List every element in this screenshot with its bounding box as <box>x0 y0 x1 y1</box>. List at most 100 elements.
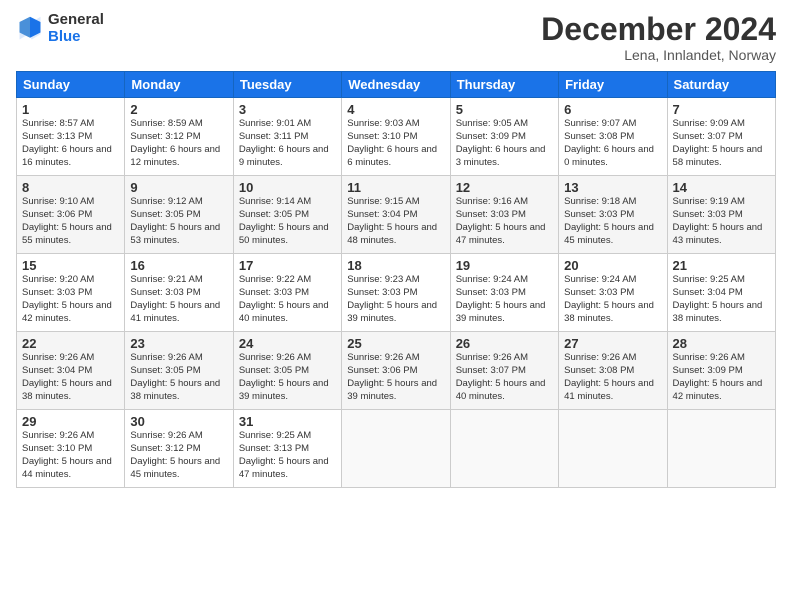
calendar-cell: 28 Sunrise: 9:26 AMSunset: 3:09 PMDaylig… <box>667 332 775 410</box>
cell-text: Sunrise: 9:12 AMSunset: 3:05 PMDaylight:… <box>130 196 220 245</box>
cell-text: Sunrise: 8:57 AMSunset: 3:13 PMDaylight:… <box>22 118 112 167</box>
calendar-cell: 14 Sunrise: 9:19 AMSunset: 3:03 PMDaylig… <box>667 176 775 254</box>
calendar-cell: 17 Sunrise: 9:22 AMSunset: 3:03 PMDaylig… <box>233 254 341 332</box>
cell-text: Sunrise: 9:10 AMSunset: 3:06 PMDaylight:… <box>22 196 112 245</box>
calendar-cell: 20 Sunrise: 9:24 AMSunset: 3:03 PMDaylig… <box>559 254 667 332</box>
cell-text: Sunrise: 9:26 AMSunset: 3:09 PMDaylight:… <box>673 352 763 401</box>
day-number: 4 <box>347 102 444 117</box>
cell-text: Sunrise: 9:19 AMSunset: 3:03 PMDaylight:… <box>673 196 763 245</box>
day-number: 29 <box>22 414 119 429</box>
logo-general: General <box>48 12 104 29</box>
calendar-cell: 21 Sunrise: 9:25 AMSunset: 3:04 PMDaylig… <box>667 254 775 332</box>
calendar-cell <box>667 410 775 488</box>
cell-text: Sunrise: 9:26 AMSunset: 3:05 PMDaylight:… <box>130 352 220 401</box>
calendar-week-1: 1 Sunrise: 8:57 AMSunset: 3:13 PMDayligh… <box>17 98 776 176</box>
calendar-cell: 10 Sunrise: 9:14 AMSunset: 3:05 PMDaylig… <box>233 176 341 254</box>
calendar-cell: 18 Sunrise: 9:23 AMSunset: 3:03 PMDaylig… <box>342 254 450 332</box>
cell-text: Sunrise: 9:26 AMSunset: 3:07 PMDaylight:… <box>456 352 546 401</box>
calendar-cell <box>450 410 558 488</box>
cell-text: Sunrise: 9:26 AMSunset: 3:05 PMDaylight:… <box>239 352 329 401</box>
location: Lena, Innlandet, Norway <box>541 47 776 63</box>
day-number: 17 <box>239 258 336 273</box>
cell-text: Sunrise: 9:01 AMSunset: 3:11 PMDaylight:… <box>239 118 329 167</box>
calendar-table: Sunday Monday Tuesday Wednesday Thursday… <box>16 71 776 488</box>
cell-text: Sunrise: 9:24 AMSunset: 3:03 PMDaylight:… <box>564 274 654 323</box>
day-number: 28 <box>673 336 770 351</box>
day-number: 21 <box>673 258 770 273</box>
calendar-cell: 2 Sunrise: 8:59 AMSunset: 3:12 PMDayligh… <box>125 98 233 176</box>
cell-text: Sunrise: 9:09 AMSunset: 3:07 PMDaylight:… <box>673 118 763 167</box>
cell-text: Sunrise: 9:23 AMSunset: 3:03 PMDaylight:… <box>347 274 437 323</box>
day-number: 30 <box>130 414 227 429</box>
cell-text: Sunrise: 9:03 AMSunset: 3:10 PMDaylight:… <box>347 118 437 167</box>
calendar-cell: 9 Sunrise: 9:12 AMSunset: 3:05 PMDayligh… <box>125 176 233 254</box>
calendar-cell: 11 Sunrise: 9:15 AMSunset: 3:04 PMDaylig… <box>342 176 450 254</box>
day-headers: Sunday Monday Tuesday Wednesday Thursday… <box>17 72 776 98</box>
cell-text: Sunrise: 9:07 AMSunset: 3:08 PMDaylight:… <box>564 118 654 167</box>
calendar-cell: 19 Sunrise: 9:24 AMSunset: 3:03 PMDaylig… <box>450 254 558 332</box>
cell-text: Sunrise: 9:22 AMSunset: 3:03 PMDaylight:… <box>239 274 329 323</box>
calendar-cell: 31 Sunrise: 9:25 AMSunset: 3:13 PMDaylig… <box>233 410 341 488</box>
calendar-cell: 29 Sunrise: 9:26 AMSunset: 3:10 PMDaylig… <box>17 410 125 488</box>
calendar-container: General Blue December 2024 Lena, Innland… <box>0 0 792 496</box>
calendar-body: 1 Sunrise: 8:57 AMSunset: 3:13 PMDayligh… <box>17 98 776 488</box>
calendar-cell: 4 Sunrise: 9:03 AMSunset: 3:10 PMDayligh… <box>342 98 450 176</box>
calendar-cell: 26 Sunrise: 9:26 AMSunset: 3:07 PMDaylig… <box>450 332 558 410</box>
calendar-cell: 24 Sunrise: 9:26 AMSunset: 3:05 PMDaylig… <box>233 332 341 410</box>
cell-text: Sunrise: 8:59 AMSunset: 3:12 PMDaylight:… <box>130 118 220 167</box>
day-number: 23 <box>130 336 227 351</box>
cell-text: Sunrise: 9:24 AMSunset: 3:03 PMDaylight:… <box>456 274 546 323</box>
cell-text: Sunrise: 9:21 AMSunset: 3:03 PMDaylight:… <box>130 274 220 323</box>
cell-text: Sunrise: 9:26 AMSunset: 3:10 PMDaylight:… <box>22 430 112 479</box>
logo-text: General Blue <box>48 12 104 45</box>
calendar-week-3: 15 Sunrise: 9:20 AMSunset: 3:03 PMDaylig… <box>17 254 776 332</box>
calendar-cell: 15 Sunrise: 9:20 AMSunset: 3:03 PMDaylig… <box>17 254 125 332</box>
calendar-cell: 25 Sunrise: 9:26 AMSunset: 3:06 PMDaylig… <box>342 332 450 410</box>
header-saturday: Saturday <box>667 72 775 98</box>
day-number: 16 <box>130 258 227 273</box>
calendar-cell: 13 Sunrise: 9:18 AMSunset: 3:03 PMDaylig… <box>559 176 667 254</box>
cell-text: Sunrise: 9:14 AMSunset: 3:05 PMDaylight:… <box>239 196 329 245</box>
day-number: 1 <box>22 102 119 117</box>
cell-text: Sunrise: 9:05 AMSunset: 3:09 PMDaylight:… <box>456 118 546 167</box>
cell-text: Sunrise: 9:25 AMSunset: 3:13 PMDaylight:… <box>239 430 329 479</box>
day-number: 27 <box>564 336 661 351</box>
day-number: 22 <box>22 336 119 351</box>
calendar-cell <box>342 410 450 488</box>
day-number: 10 <box>239 180 336 195</box>
cell-text: Sunrise: 9:18 AMSunset: 3:03 PMDaylight:… <box>564 196 654 245</box>
day-number: 14 <box>673 180 770 195</box>
calendar-cell: 22 Sunrise: 9:26 AMSunset: 3:04 PMDaylig… <box>17 332 125 410</box>
calendar-cell: 6 Sunrise: 9:07 AMSunset: 3:08 PMDayligh… <box>559 98 667 176</box>
day-number: 8 <box>22 180 119 195</box>
day-number: 3 <box>239 102 336 117</box>
day-number: 2 <box>130 102 227 117</box>
header-monday: Monday <box>125 72 233 98</box>
day-number: 13 <box>564 180 661 195</box>
day-number: 9 <box>130 180 227 195</box>
day-number: 19 <box>456 258 553 273</box>
header-friday: Friday <box>559 72 667 98</box>
cell-text: Sunrise: 9:15 AMSunset: 3:04 PMDaylight:… <box>347 196 437 245</box>
cell-text: Sunrise: 9:25 AMSunset: 3:04 PMDaylight:… <box>673 274 763 323</box>
cell-text: Sunrise: 9:26 AMSunset: 3:12 PMDaylight:… <box>130 430 220 479</box>
calendar-week-2: 8 Sunrise: 9:10 AMSunset: 3:06 PMDayligh… <box>17 176 776 254</box>
header-wednesday: Wednesday <box>342 72 450 98</box>
logo: General Blue <box>16 12 104 45</box>
day-number: 18 <box>347 258 444 273</box>
calendar-cell: 12 Sunrise: 9:16 AMSunset: 3:03 PMDaylig… <box>450 176 558 254</box>
calendar-cell: 7 Sunrise: 9:09 AMSunset: 3:07 PMDayligh… <box>667 98 775 176</box>
day-number: 11 <box>347 180 444 195</box>
calendar-cell: 16 Sunrise: 9:21 AMSunset: 3:03 PMDaylig… <box>125 254 233 332</box>
day-number: 20 <box>564 258 661 273</box>
day-number: 26 <box>456 336 553 351</box>
calendar-cell: 23 Sunrise: 9:26 AMSunset: 3:05 PMDaylig… <box>125 332 233 410</box>
header-tuesday: Tuesday <box>233 72 341 98</box>
cell-text: Sunrise: 9:26 AMSunset: 3:04 PMDaylight:… <box>22 352 112 401</box>
cell-text: Sunrise: 9:20 AMSunset: 3:03 PMDaylight:… <box>22 274 112 323</box>
cell-text: Sunrise: 9:26 AMSunset: 3:06 PMDaylight:… <box>347 352 437 401</box>
title-section: December 2024 Lena, Innlandet, Norway <box>541 12 776 63</box>
calendar-header: Sunday Monday Tuesday Wednesday Thursday… <box>17 72 776 98</box>
logo-icon <box>16 15 44 43</box>
header: General Blue December 2024 Lena, Innland… <box>16 12 776 63</box>
